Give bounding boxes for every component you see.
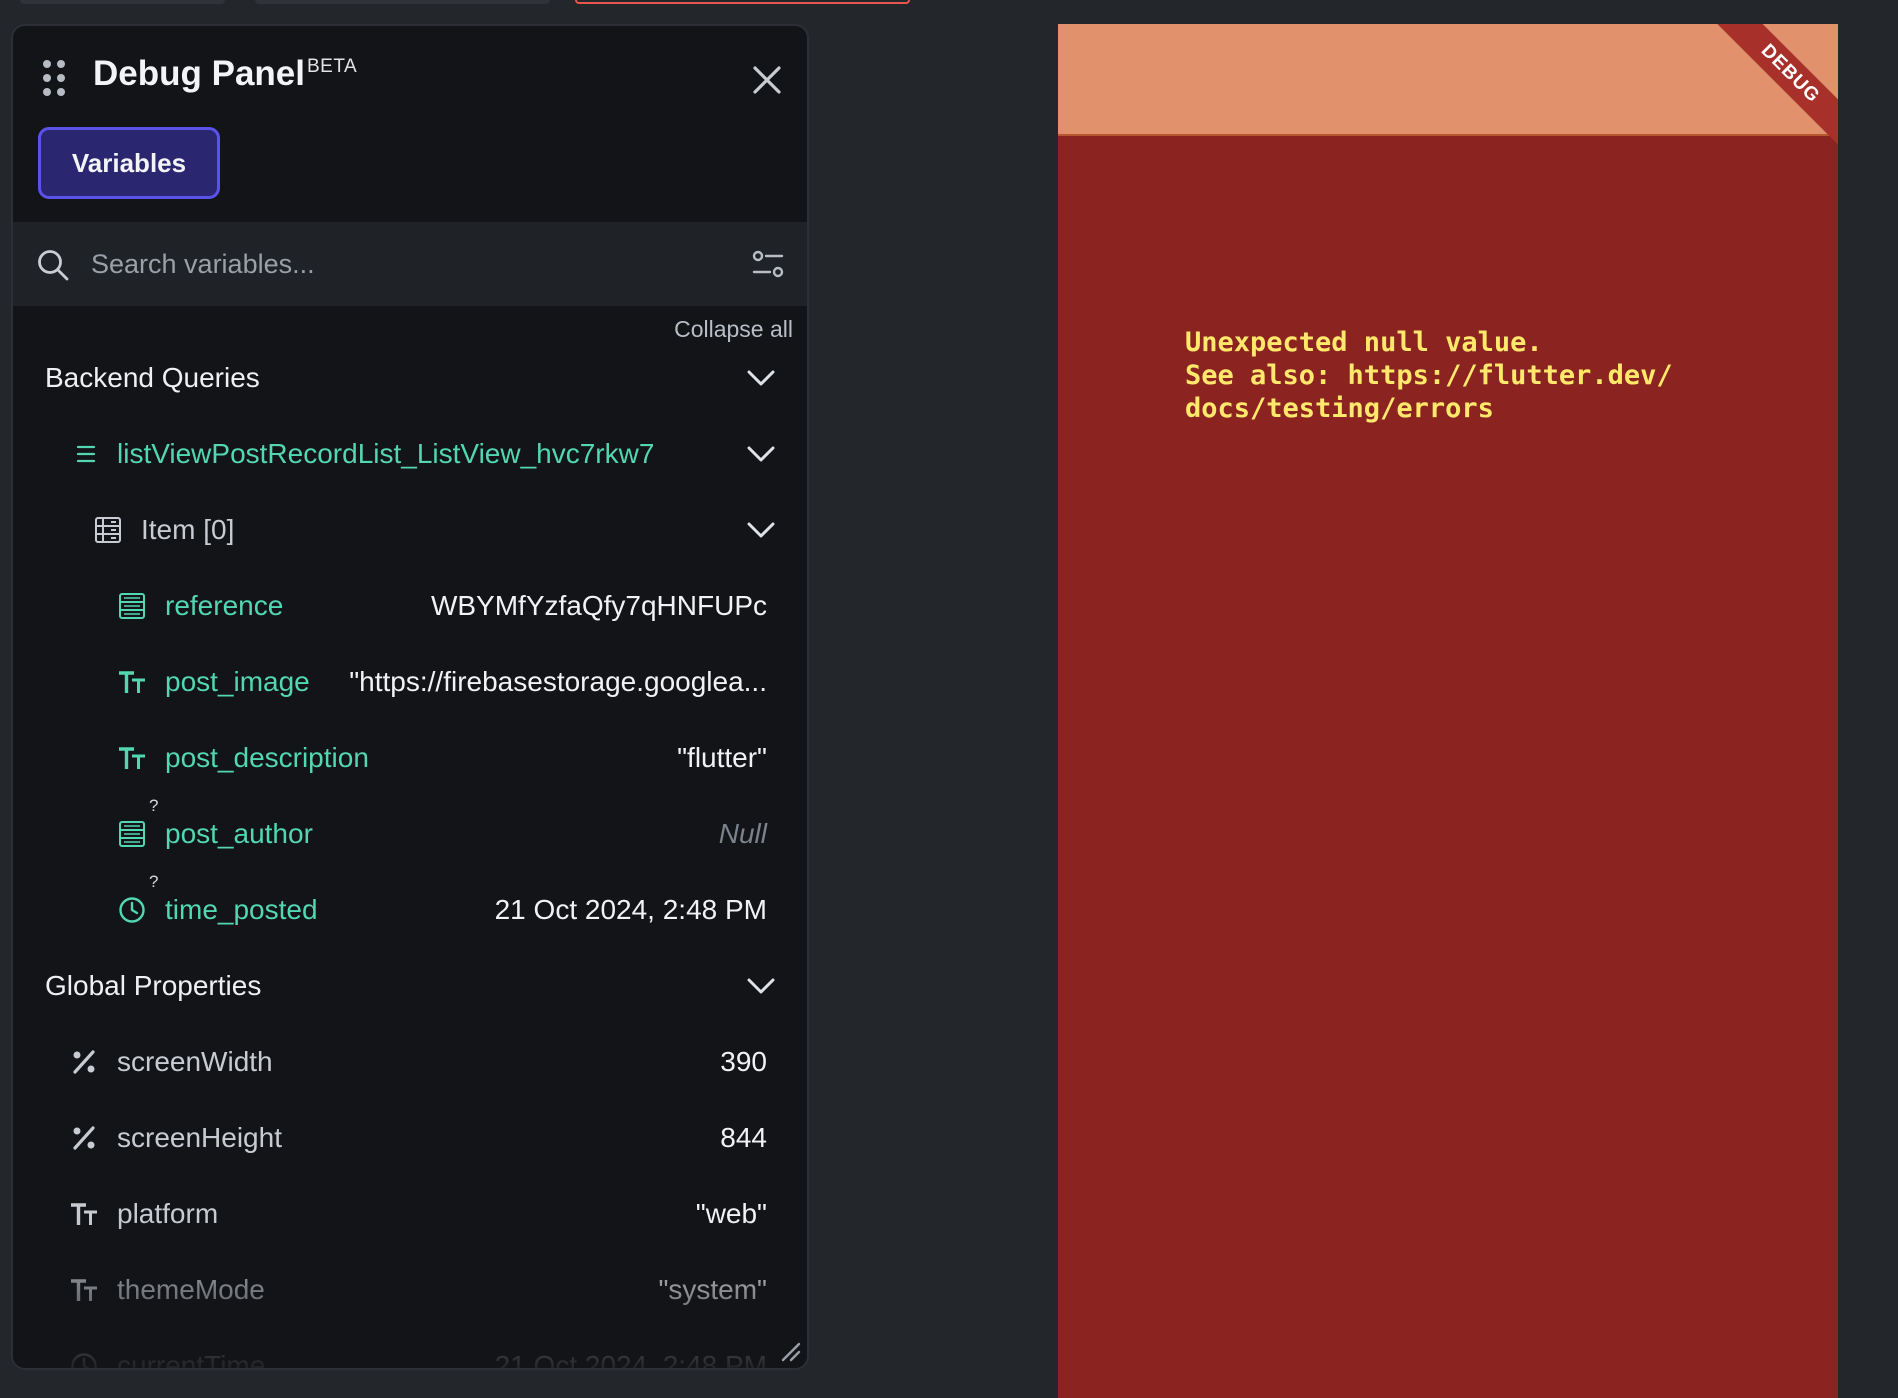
section-backend-queries[interactable]: Backend Queries (13, 340, 807, 416)
variable-name: platform (117, 1198, 219, 1229)
tab-variables[interactable]: Variables (38, 127, 220, 199)
optional-marker: ? (149, 872, 159, 891)
top-tab-stub[interactable] (255, 0, 550, 4)
variable-value: Null (718, 818, 767, 849)
panel-header: Debug Panel BETA Variables (13, 26, 807, 222)
list-icon (76, 445, 96, 463)
variable-row[interactable]: post_image "https://firebasestorage.goog… (13, 644, 807, 720)
variable-value: "system" (658, 1274, 767, 1305)
collapse-all-link[interactable]: Collapse all (674, 316, 793, 343)
item-label: Item [0] (141, 514, 235, 545)
top-tab-stub[interactable] (20, 0, 225, 4)
search-bar (13, 222, 807, 306)
resize-handle-icon[interactable] (779, 1340, 801, 1362)
item-row[interactable]: Item [0] (13, 492, 807, 568)
variable-value: "flutter" (677, 742, 767, 773)
number-percent-icon (73, 1126, 95, 1150)
variable-row[interactable]: ? post_author Null (13, 796, 807, 872)
text-type-icon (119, 747, 145, 769)
variable-row[interactable]: screenHeight 844 (13, 1100, 807, 1176)
variable-value: 21 Oct 2024, 2:48 PM (494, 894, 767, 925)
clock-icon (119, 897, 145, 923)
variable-row[interactable]: currentTime 21 Oct 2024, 2:48 PM (13, 1328, 807, 1370)
variable-value: "https://firebasestorage.googlea... (349, 666, 767, 697)
variable-row[interactable]: ? time_posted 21 Oct 2024, 2:48 PM (13, 872, 807, 948)
optional-marker: ? (149, 796, 159, 815)
variable-name: post_image (165, 666, 310, 697)
beta-badge: BETA (307, 56, 358, 77)
query-name: listViewPostRecordList_ListView_hvc7rkw7 (117, 438, 655, 469)
app-bar (1058, 24, 1838, 136)
variable-row[interactable]: screenWidth 390 (13, 1024, 807, 1100)
search-icon (38, 250, 69, 281)
query-row[interactable]: listViewPostRecordList_ListView_hvc7rkw7 (13, 416, 807, 492)
variable-row[interactable]: reference WBYMfYzfaQfy7qHNFUPc (13, 568, 807, 644)
variable-value: 390 (720, 1046, 767, 1077)
error-message: Unexpected null value. See also: https:/… (1185, 327, 1673, 424)
variable-name: post_description (165, 742, 369, 773)
variable-row[interactable]: themeMode "system" (13, 1252, 807, 1328)
drag-handle-icon[interactable] (43, 60, 65, 96)
close-icon[interactable] (745, 58, 789, 102)
variable-name: screenWidth (117, 1046, 273, 1077)
text-type-icon (71, 1279, 97, 1301)
variable-name: time_posted (165, 894, 318, 925)
document-table-icon (119, 821, 145, 847)
variable-name: themeMode (117, 1274, 265, 1305)
document-table-icon (95, 517, 121, 543)
variable-name: reference (165, 590, 284, 621)
section-global-properties[interactable]: Global Properties (13, 948, 807, 1024)
top-tab-stub-active[interactable] (575, 0, 910, 4)
panel-title: Debug Panel (93, 54, 305, 93)
section-title: Global Properties (45, 970, 262, 1001)
document-table-icon (119, 593, 145, 619)
chevron-down-icon[interactable] (745, 444, 777, 464)
debug-panel: Debug Panel BETA Variables Collapse all … (11, 24, 809, 1370)
text-type-icon (71, 1203, 97, 1225)
clock-icon (71, 1353, 97, 1368)
variable-name: currentTime (117, 1350, 266, 1370)
variable-row[interactable]: post_description "flutter" (13, 720, 807, 796)
device-preview: DEBUG Unexpected null value. See also: h… (1058, 24, 1838, 1398)
chevron-down-icon[interactable] (745, 976, 777, 996)
section-title: Backend Queries (45, 362, 260, 393)
variable-value: WBYMfYzfaQfy7qHNFUPc (430, 590, 767, 621)
variable-name: screenHeight (117, 1122, 282, 1153)
variable-row[interactable]: platform "web" (13, 1176, 807, 1252)
text-type-icon (119, 671, 145, 693)
variable-value: 844 (720, 1122, 767, 1153)
variable-value: 21 Oct 2024, 2:48 PM (494, 1350, 767, 1370)
number-percent-icon (73, 1050, 95, 1074)
filter-icon[interactable] (750, 247, 786, 283)
chevron-down-icon[interactable] (745, 368, 777, 388)
variable-value: "web" (695, 1198, 767, 1229)
variable-name: post_author (165, 818, 313, 849)
chevron-down-icon[interactable] (745, 520, 777, 540)
search-input[interactable] (91, 240, 711, 288)
